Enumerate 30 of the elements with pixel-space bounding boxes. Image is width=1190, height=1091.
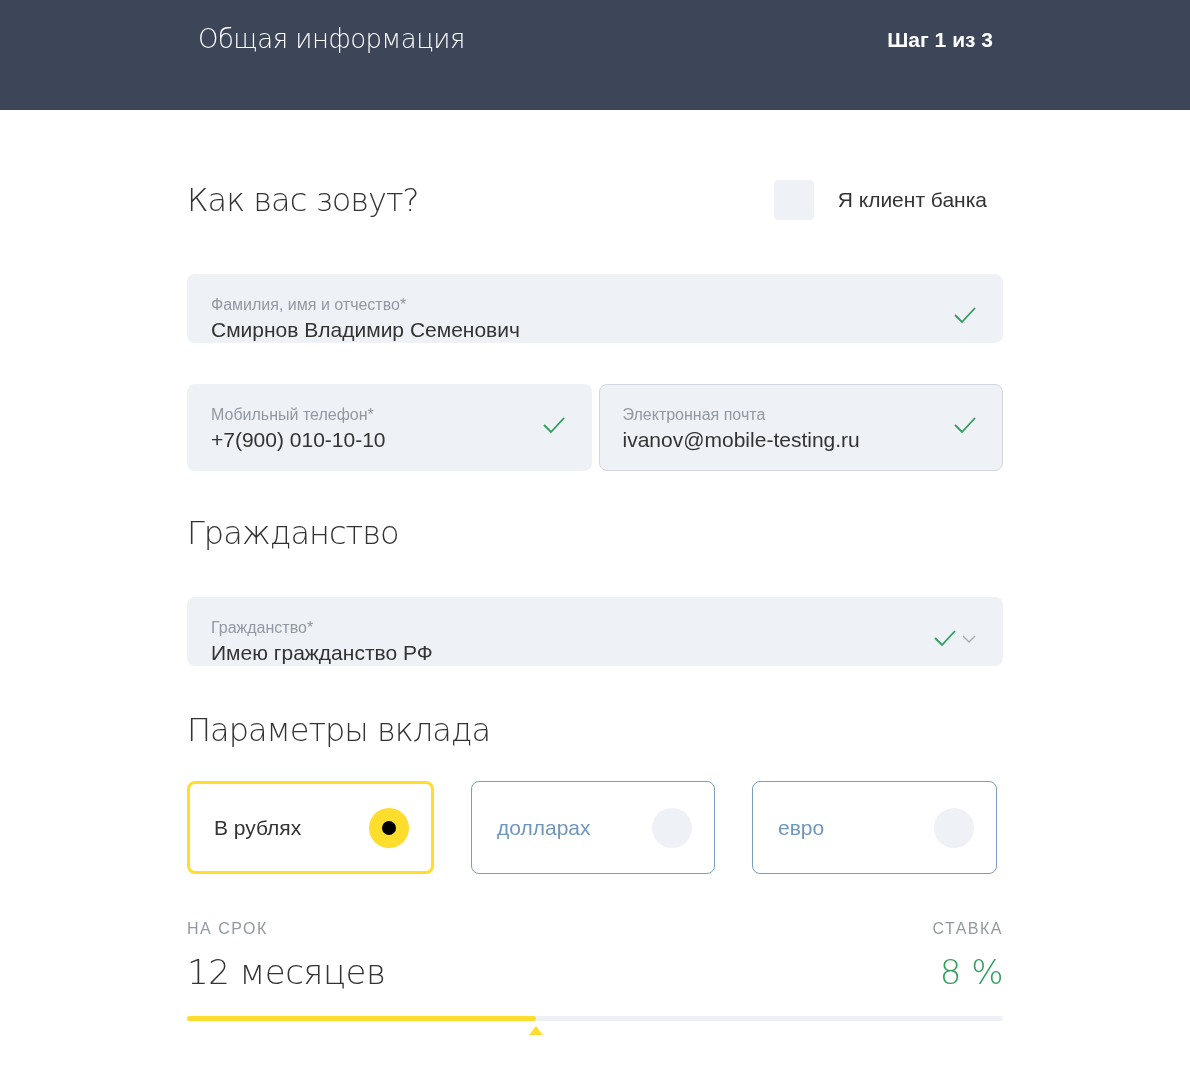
field-label: Электронная почта xyxy=(622,406,767,424)
rate-label: СТАВКА xyxy=(932,920,1003,938)
checkmark-icon xyxy=(542,417,565,434)
step-counter: Шаг 1 из 3 xyxy=(887,28,993,52)
chevron-down-icon xyxy=(962,634,976,643)
input-field[interactable]: Фамилия, имя и отчество* Смирнов Владимир Семенович xyxy=(187,274,1003,343)
field-label: Фамилия, имя и отчество* xyxy=(211,296,408,314)
term-value: 12 месяцев xyxy=(187,952,386,992)
field-label: Гражданство* xyxy=(211,619,315,637)
field-value: ivanov@mobile-testing.ru xyxy=(622,428,861,452)
checkmark-icon xyxy=(934,630,956,647)
term-label: НА СРОК xyxy=(187,920,268,938)
slider-handle[interactable] xyxy=(529,1026,544,1035)
field-value: Имею гражданство РФ xyxy=(211,641,434,665)
input-field[interactable]: Мобильный телефон* +7(900) 010-10-10 xyxy=(187,384,592,471)
field-value: Смирнов Владимир Семенович xyxy=(211,318,521,342)
page-title: Общая информация xyxy=(198,24,465,54)
input-field[interactable]: Электронная почта ivanov@mobile-testing.ru xyxy=(598,384,1003,471)
checkbox-label: Я клиент банка xyxy=(837,188,987,212)
section-heading: Параметры вклада xyxy=(187,711,492,749)
field-value: +7(900) 010-10-10 xyxy=(211,428,387,452)
field-label: Мобильный телефон* xyxy=(211,406,375,424)
select-field[interactable]: Гражданство* Имею гражданство РФ xyxy=(187,597,1003,666)
section-heading: Гражданство xyxy=(187,514,400,552)
checkmark-icon xyxy=(954,417,976,434)
section-heading: Как вас зовут? xyxy=(187,181,419,219)
radio-icon xyxy=(369,807,409,848)
currency-option[interactable]: В рублях xyxy=(187,781,434,874)
checkmark-icon xyxy=(954,307,976,324)
rate-value: 8 % xyxy=(939,952,1003,992)
